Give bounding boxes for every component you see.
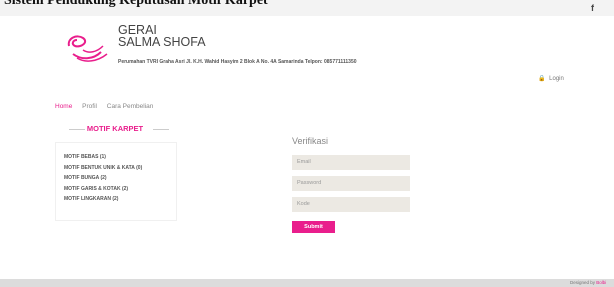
sidebar-title: MOTIF KARPET — [55, 124, 175, 133]
credit-brand-link[interactable]: Bolbi — [596, 280, 606, 285]
sidebar-item-motif-bentuk-unik[interactable]: MOTIF BENTUK UNIK & KATA (0) — [64, 165, 142, 176]
email-field[interactable]: Email — [292, 155, 410, 170]
brand-name[interactable]: GERAI SALMA SHOFA — [118, 24, 206, 49]
logo-icon[interactable] — [63, 30, 111, 64]
login-link[interactable]: 🔒 Login — [538, 75, 564, 82]
sidebar-list: MOTIF BEBAS (1) MOTIF BENTUK UNIK & KATA… — [64, 154, 142, 207]
address-text: Perumahan TVRI Graha Asri Jl. K.H. Wahid… — [118, 59, 357, 65]
main-nav: Home Profil Cara Pembelian — [55, 103, 161, 110]
sidebar-item-motif-garis-kotak[interactable]: MOTIF GARIS & KOTAK (2) — [64, 186, 142, 197]
sidebar-item-motif-bunga[interactable]: MOTIF BUNGA (2) — [64, 175, 142, 186]
sidebar-item-motif-bebas[interactable]: MOTIF BEBAS (1) — [64, 154, 142, 165]
credit-prefix: Designed by — [570, 280, 596, 285]
lock-icon: 🔒 — [538, 76, 546, 82]
footer: Designed by Bolbi — [0, 279, 614, 287]
login-label: Login — [549, 76, 564, 82]
brand-line-2: SALMA SHOFA — [118, 35, 206, 49]
site-title-cut: Sistem Pendukung Keputusan Motif Karpet — [4, 0, 268, 8]
form-title: Verifikasi — [292, 136, 329, 146]
footer-credit: Designed by Bolbi — [570, 280, 606, 285]
submit-button[interactable]: Submit — [292, 221, 335, 233]
nav-home[interactable]: Home — [55, 103, 72, 110]
nav-profil[interactable]: Profil — [82, 103, 97, 110]
facebook-icon[interactable]: f — [591, 3, 594, 13]
sidebar-item-motif-lingkaran[interactable]: MOTIF LINGKARAN (2) — [64, 196, 142, 207]
password-field[interactable]: Password — [292, 176, 410, 191]
nav-cara-pembelian[interactable]: Cara Pembelian — [107, 103, 154, 110]
code-field[interactable]: Kode — [292, 197, 410, 212]
top-strip: Sistem Pendukung Keputusan Motif Karpet … — [0, 0, 614, 16]
